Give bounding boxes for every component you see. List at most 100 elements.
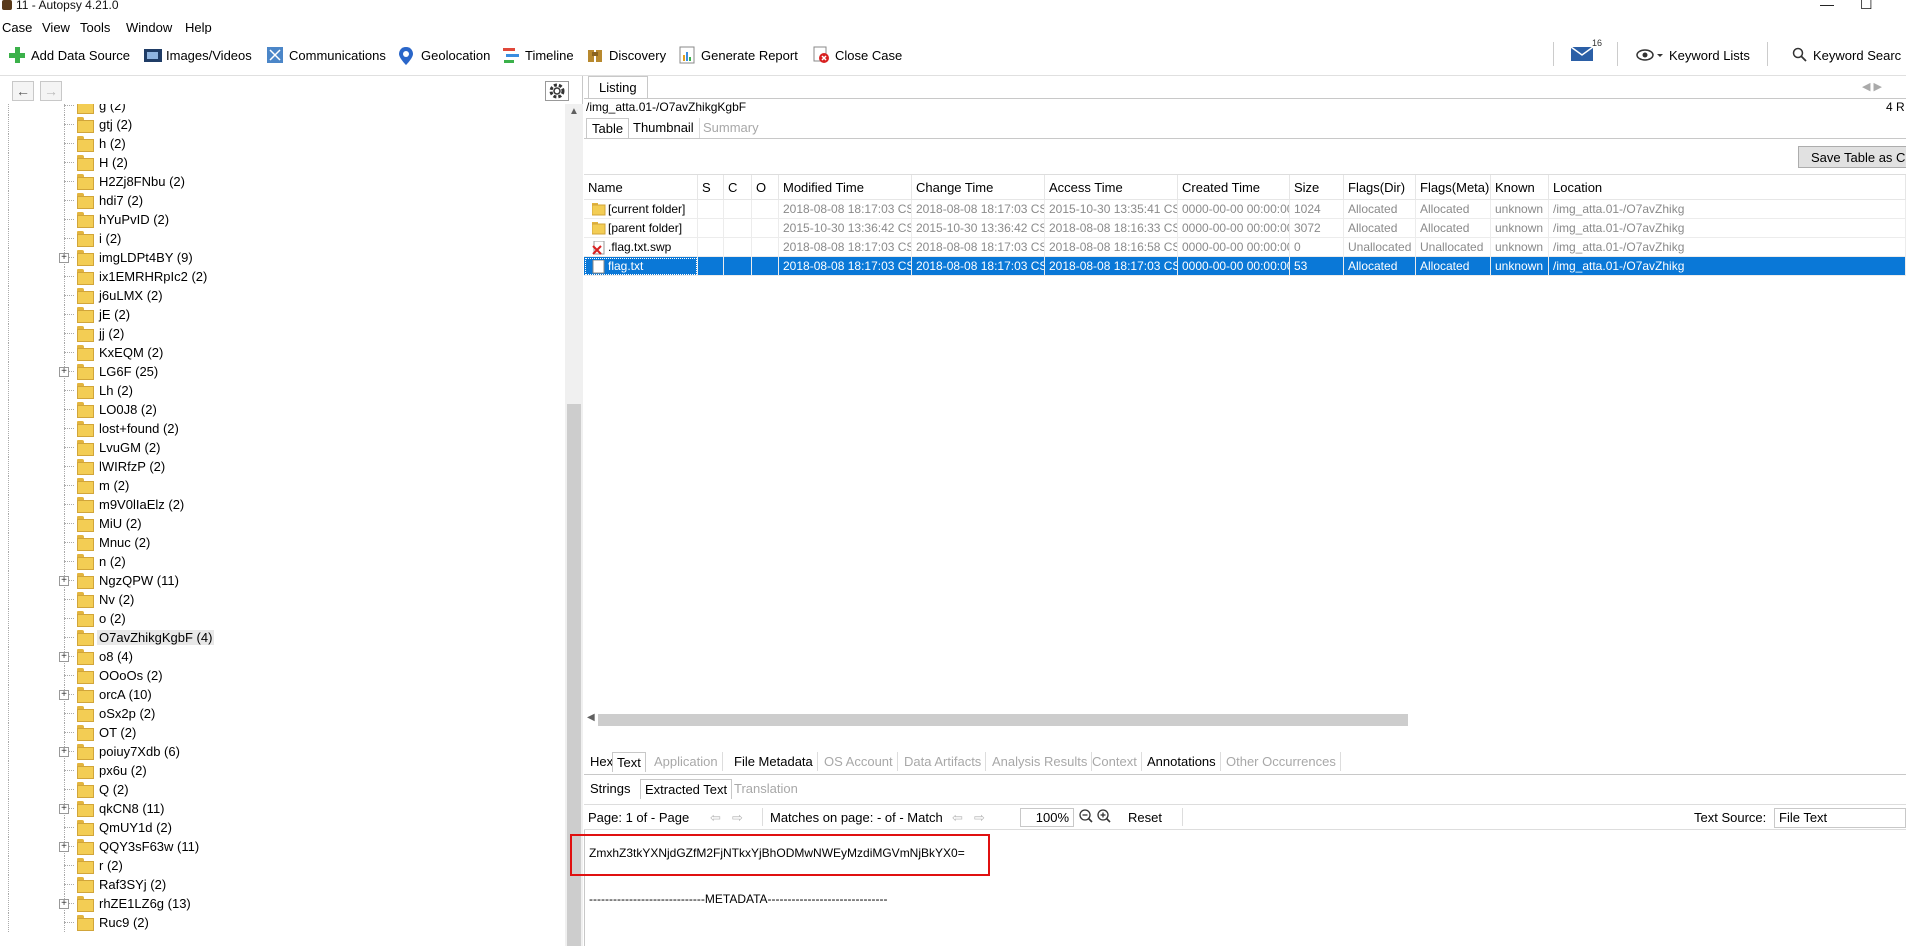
tree-item[interactable]: r (2) [0, 856, 565, 875]
tree-item[interactable]: O7avZhikgKgbF (4) [0, 628, 565, 647]
extracted-text-area[interactable]: ZmxhZ3tkYXNjdGZfM2FjNTkxYjBhODMwNWEyMzdi… [570, 830, 1906, 946]
tree-item[interactable]: Ruc9 (2) [0, 913, 565, 932]
reset-zoom-button[interactable]: Reset [1128, 810, 1162, 825]
expand-icon[interactable]: + [59, 747, 69, 757]
column-header[interactable]: Access Time [1045, 175, 1178, 200]
tree-item[interactable]: H2Zj8FNbu (2) [0, 172, 565, 191]
tree-item[interactable]: m (2) [0, 476, 565, 495]
geolocation-button[interactable]: Geolocation [398, 44, 490, 66]
tab-os-account[interactable]: OS Account [820, 752, 898, 771]
column-header[interactable]: Location [1549, 175, 1906, 200]
forward-arrow-icon[interactable]: → [40, 81, 62, 101]
tree-item[interactable]: n (2) [0, 552, 565, 571]
tab-thumbnail[interactable]: Thumbnail [628, 118, 700, 138]
tree-item[interactable]: jj (2) [0, 324, 565, 343]
timeline-button[interactable]: Timeline [502, 44, 574, 66]
scroll-up-icon[interactable]: ▲ [569, 106, 579, 117]
tab-analysis-results[interactable]: Analysis Results [988, 752, 1093, 771]
tree-item[interactable]: hdi7 (2) [0, 191, 565, 210]
menu-tools[interactable]: Tools [80, 20, 110, 35]
tree-item[interactable]: + rhZE1LZ6g (13) [0, 894, 565, 913]
tree-item[interactable]: gtj (2) [0, 115, 565, 134]
tree-item[interactable]: + orcA (10) [0, 685, 565, 704]
tree-item[interactable]: oSx2p (2) [0, 704, 565, 723]
tab-data-artifacts[interactable]: Data Artifacts [900, 752, 987, 771]
tree-item[interactable]: + imgLDPt4BY (9) [0, 248, 565, 267]
tree-item[interactable]: + o8 (4) [0, 647, 565, 666]
tab-application[interactable]: Application [650, 752, 723, 771]
tab-annotations[interactable]: Annotations [1143, 752, 1221, 771]
tree-item[interactable]: Mnuc (2) [0, 533, 565, 552]
tree-item[interactable]: LO0J8 (2) [0, 400, 565, 419]
tab-context[interactable]: Context [1088, 752, 1142, 771]
tree-item[interactable]: LvuGM (2) [0, 438, 565, 457]
tree-item[interactable]: lost+found (2) [0, 419, 565, 438]
tree-item[interactable]: ix1EMRHRpIc2 (2) [0, 267, 565, 286]
column-header[interactable]: C [724, 175, 752, 200]
tab-text[interactable]: Text [612, 752, 646, 772]
expand-icon[interactable]: + [59, 842, 69, 852]
back-arrow-icon[interactable]: ← [12, 81, 34, 101]
expand-icon[interactable]: + [59, 253, 69, 263]
column-header[interactable]: S [698, 175, 724, 200]
tree-item[interactable]: + NgzQPW (11) [0, 571, 565, 590]
column-header[interactable]: Known [1491, 175, 1549, 200]
tab-table[interactable]: Table [586, 118, 630, 138]
scroll-left-icon[interactable]: ◀ [587, 712, 595, 723]
menu-window[interactable]: Window [126, 20, 172, 35]
prev-page-icon[interactable]: ⇦ [710, 810, 721, 826]
communications-button[interactable]: Communications [266, 44, 386, 66]
keyword-search-button[interactable]: Keyword Searc [1792, 44, 1901, 66]
expand-icon[interactable]: + [59, 690, 69, 700]
tree-item[interactable]: Q (2) [0, 780, 565, 799]
tab-translation[interactable]: Translation [730, 779, 802, 798]
tab-scroll-arrows-icon[interactable]: ◀ ▶ [1862, 80, 1882, 93]
column-header[interactable]: Name [584, 175, 698, 200]
zoom-in-icon[interactable] [1096, 808, 1112, 829]
tree-item[interactable]: j6uLMX (2) [0, 286, 565, 305]
maximize-button[interactable]: ☐ [1860, 0, 1873, 13]
expand-icon[interactable]: + [59, 804, 69, 814]
tree-item[interactable]: + LG6F (25) [0, 362, 565, 381]
tree-item[interactable]: H (2) [0, 153, 565, 172]
expand-icon[interactable]: + [59, 899, 69, 909]
column-header[interactable]: Created Time [1178, 175, 1290, 200]
zoom-out-icon[interactable] [1078, 808, 1094, 829]
close-case-button[interactable]: Close Case [812, 44, 902, 66]
next-page-icon[interactable]: ⇨ [732, 810, 743, 826]
table-scroll-thumb[interactable] [598, 714, 1408, 726]
tree-item[interactable]: MiU (2) [0, 514, 565, 533]
column-header[interactable]: Flags(Dir) [1344, 175, 1416, 200]
prev-match-icon[interactable]: ⇦ [952, 810, 963, 826]
add-data-source-button[interactable]: Add Data Source [8, 44, 130, 66]
tab-summary[interactable]: Summary [698, 118, 764, 138]
expand-icon[interactable]: + [59, 652, 69, 662]
tab-strings[interactable]: Strings [586, 779, 634, 798]
tree-item[interactable]: h (2) [0, 134, 565, 153]
tree-item[interactable]: OOoOs (2) [0, 666, 565, 685]
text-source-select[interactable]: File Text [1774, 808, 1906, 828]
tree-item[interactable]: m9V0lIaElz (2) [0, 495, 565, 514]
gear-icon[interactable] [545, 81, 569, 101]
tree-item[interactable]: + qkCN8 (11) [0, 799, 565, 818]
tree-item[interactable]: Nv (2) [0, 590, 565, 609]
tree-item[interactable]: g (2) [0, 104, 565, 115]
table-horizontal-scrollbar[interactable]: ◀ [584, 711, 1906, 727]
menu-view[interactable]: View [42, 20, 70, 35]
tree-item[interactable]: lWIRfzP (2) [0, 457, 565, 476]
tree-item[interactable]: QmUY1d (2) [0, 818, 565, 837]
tree-item[interactable]: Raf3SYj (2) [0, 875, 565, 894]
tree-item[interactable]: i (2) [0, 229, 565, 248]
column-header[interactable]: Modified Time [779, 175, 912, 200]
tree-item[interactable]: px6u (2) [0, 761, 565, 780]
tree-item[interactable]: hYuPvID (2) [0, 210, 565, 229]
images-videos-button[interactable]: Images/Videos [143, 44, 252, 66]
column-header[interactable]: Flags(Meta) [1416, 175, 1491, 200]
discovery-button[interactable]: Discovery [586, 44, 666, 66]
save-table-button[interactable]: Save Table as C [1798, 146, 1906, 168]
column-header[interactable]: O [752, 175, 779, 200]
tree-item[interactable]: + QQY3sF63w (11) [0, 837, 565, 856]
tree-item[interactable]: Lh (2) [0, 381, 565, 400]
expand-icon[interactable]: + [59, 576, 69, 586]
minimize-button[interactable]: — [1820, 0, 1834, 12]
